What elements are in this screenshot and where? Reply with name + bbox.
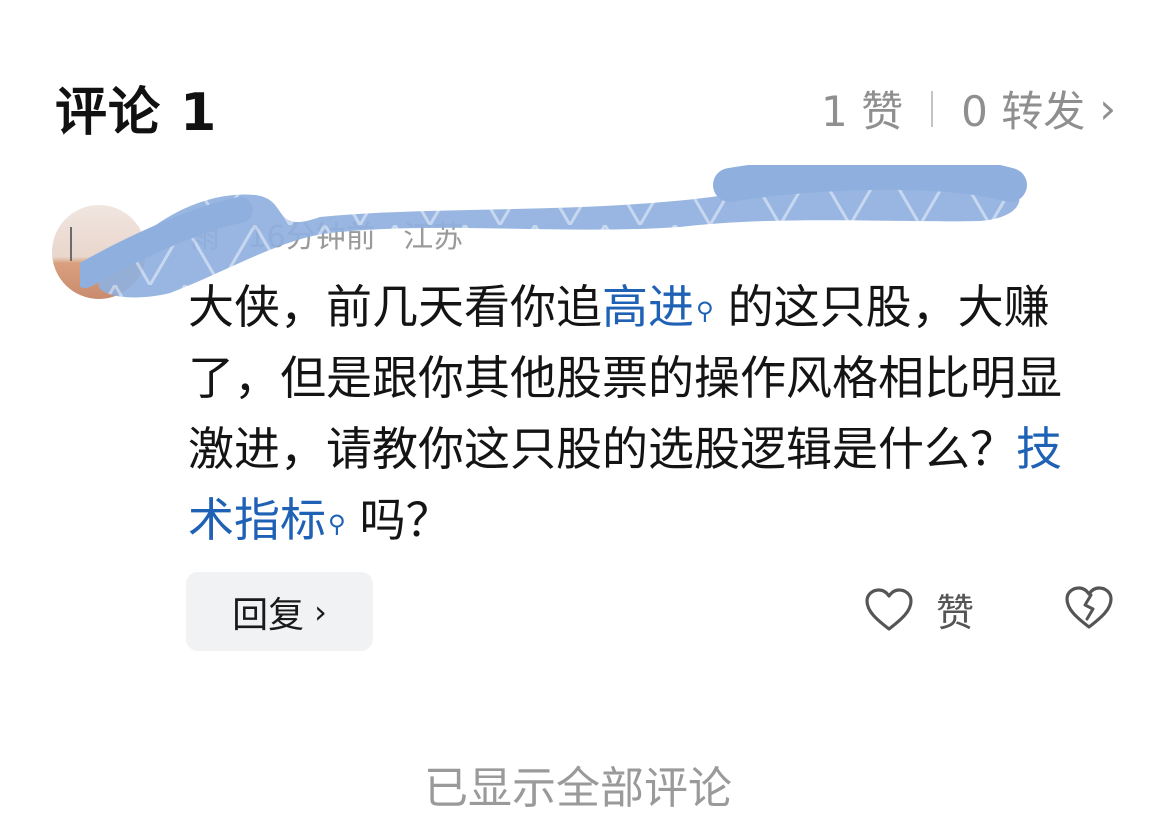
reposts-count[interactable]: 0 转发 [961,78,1085,139]
comment-time: 16分钟前 [247,220,376,255]
all-comments-shown-notice: 已显示全部评论 [424,763,732,814]
comment-meta: 雨 16分钟前 江苏 [190,212,481,256]
avatar-turbine-graphic [70,227,72,261]
likes-count[interactable]: 1 赞 [821,78,903,139]
avatar[interactable] [52,205,146,299]
comments-header: 评论 1 1 赞 0 转发 › [0,0,1176,150]
search-icon[interactable]: ⚲ [696,297,714,325]
stats-divider [931,90,934,127]
reply-button[interactable]: 回复 › [186,572,373,651]
comment-author[interactable]: 雨 [190,220,220,255]
comment-body: 大侠，前几天看你追高进⚲ 的这只股，大赚了，但是跟你其他股票的操作风格相比明显激进… [188,272,1098,556]
comment-location: 江苏 [403,220,464,255]
like-button[interactable]: 赞 [864,582,974,637]
stock-link-gaojin[interactable]: 高进 [602,280,694,334]
comment-text-1: 大侠，前几天看你追 [188,280,602,334]
search-icon[interactable]: ⚲ [328,510,346,538]
stats-bar[interactable]: 1 赞 0 转发 › [821,78,1116,139]
comments-title: 评论 1 [55,83,218,143]
like-label: 赞 [936,591,975,635]
chevron-right-icon[interactable]: › [1099,84,1116,133]
chevron-right-icon: › [314,592,327,631]
heart-outline-icon [865,587,913,631]
reply-label: 回复 [232,594,305,636]
dislike-button[interactable] [1064,585,1114,635]
broken-heart-icon [1065,586,1113,629]
comment-text-3: 吗？ [359,493,452,547]
